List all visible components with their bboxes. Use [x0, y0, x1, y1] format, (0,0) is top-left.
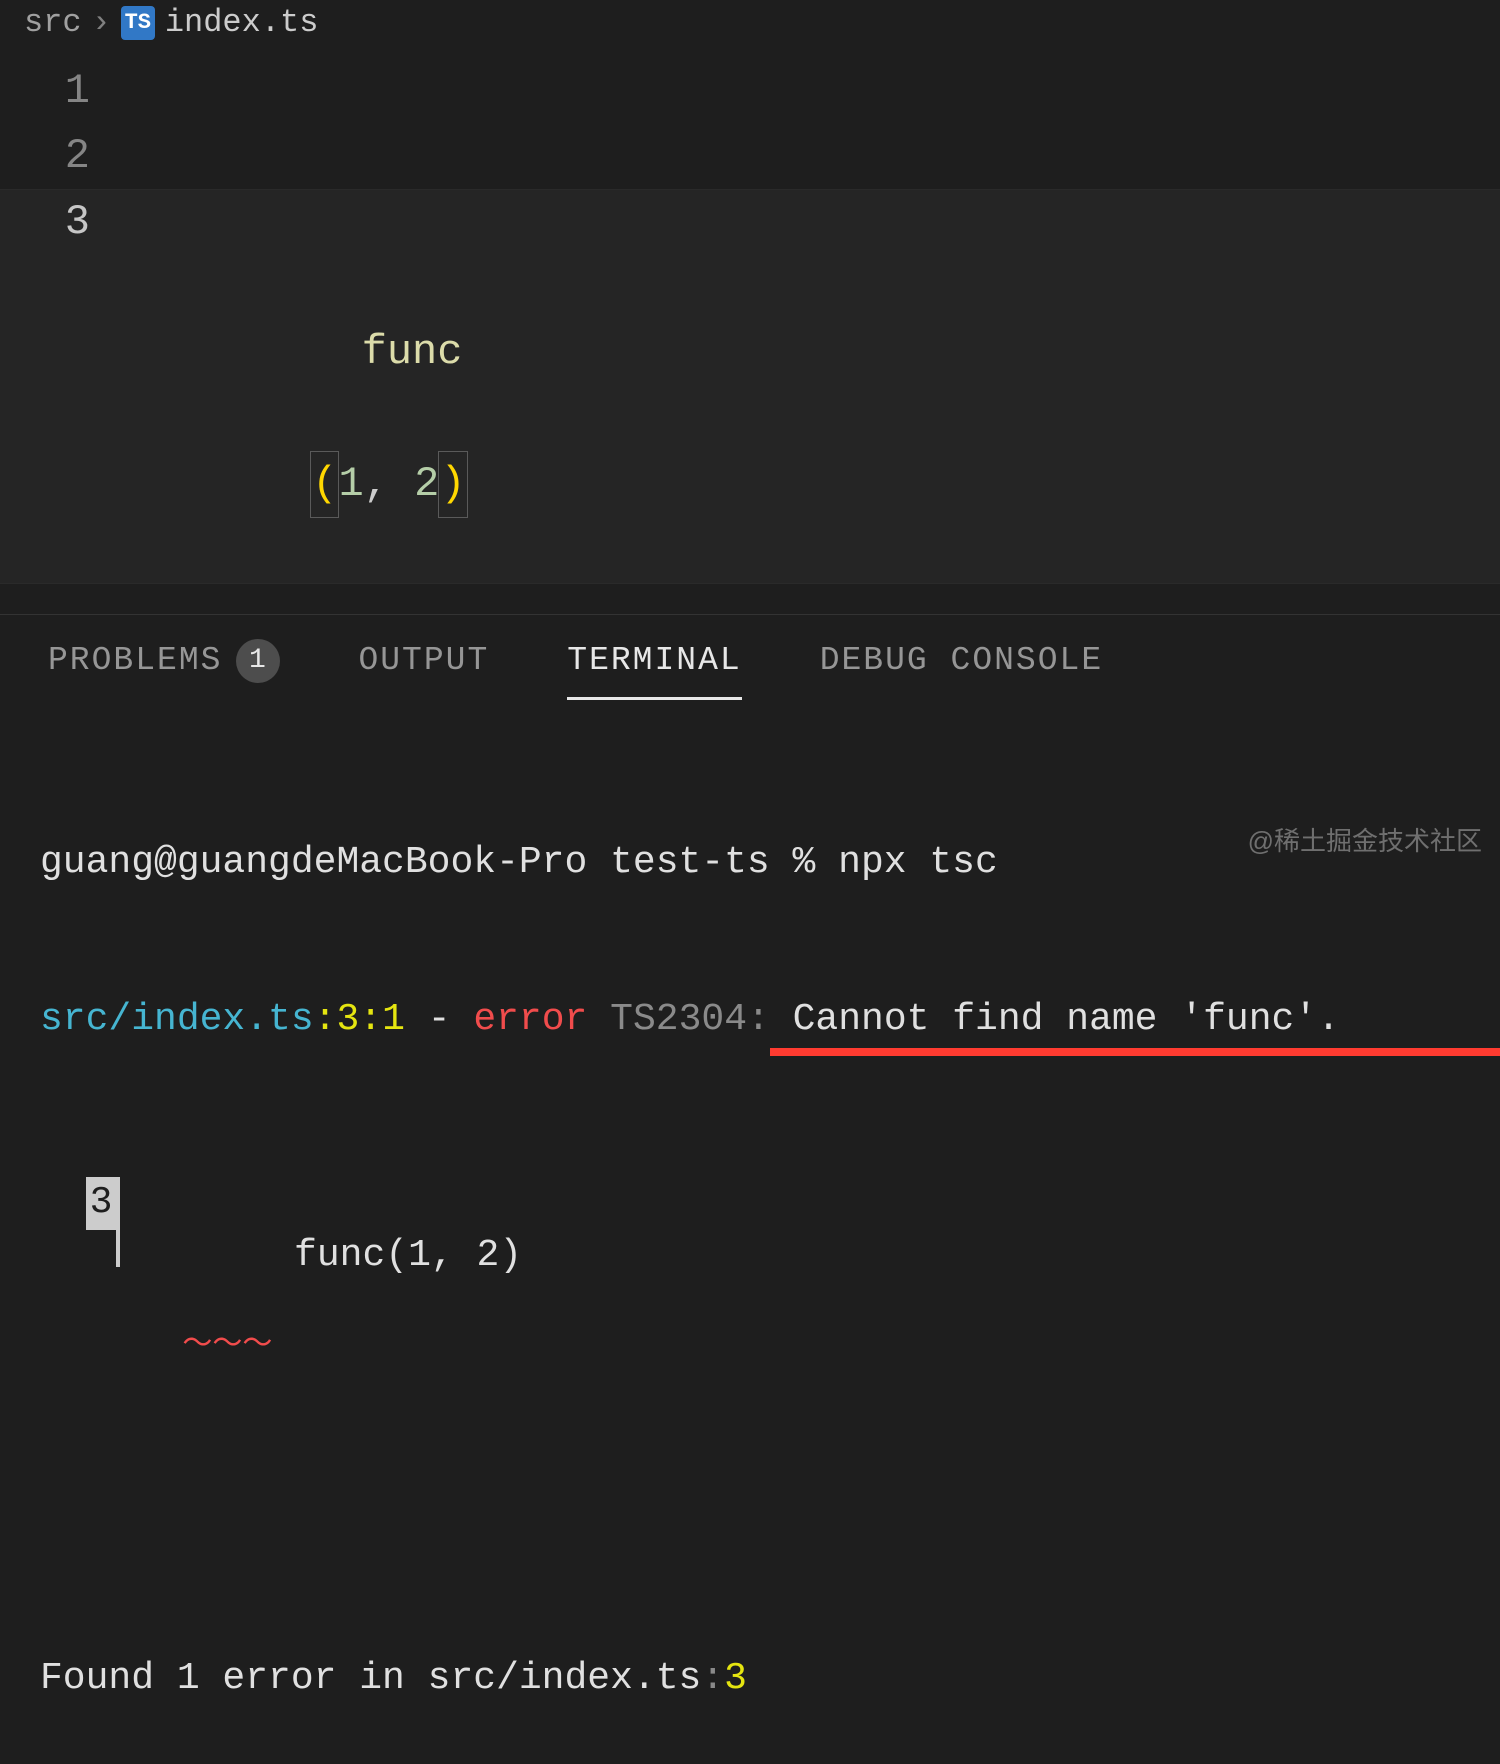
number-literal: 1	[338, 460, 363, 508]
error-sep: :	[314, 998, 337, 1041]
terminal-context-line: 3 func(1, 2) ～～～	[86, 1177, 522, 1458]
number-literal: 2	[414, 460, 439, 508]
tab-terminal[interactable]: TERMINAL	[567, 642, 741, 700]
error-sep: :	[359, 998, 382, 1041]
error-path: src/index.ts	[40, 998, 314, 1041]
error-line-no: 3	[336, 998, 359, 1041]
problems-count-badge: 1	[236, 639, 280, 683]
line-number: 3	[0, 190, 120, 255]
breadcrumb: src › TS index.ts	[0, 0, 1500, 49]
typescript-file-icon: TS	[121, 6, 155, 40]
context-line-number: 3	[86, 1177, 117, 1229]
line-number: 1	[0, 59, 120, 124]
context-gutter-bar	[116, 1177, 120, 1267]
space	[587, 998, 610, 1041]
terminal-command: npx tsc	[838, 841, 998, 884]
error-col-no: 1	[382, 998, 405, 1041]
tab-output[interactable]: OUTPUT	[358, 642, 489, 700]
breadcrumb-file[interactable]: index.ts	[165, 4, 319, 41]
tab-problems[interactable]: PROBLEMS 1	[48, 639, 280, 704]
error-code: TS2304:	[610, 998, 770, 1041]
tab-terminal-label: TERMINAL	[567, 642, 741, 679]
watermark: @稀土掘金技术社区	[1248, 821, 1482, 858]
tab-problems-label: PROBLEMS	[48, 642, 222, 679]
chevron-right-icon: ›	[92, 4, 111, 41]
code-line: 2	[0, 124, 1500, 189]
paren-close: )	[438, 451, 467, 518]
code-line: 1	[0, 59, 1500, 124]
comma: ,	[364, 460, 414, 508]
panel-tabs: PROBLEMS 1 OUTPUT TERMINAL DEBUG CONSOLE	[0, 615, 1500, 704]
line-content: func (1, 2)	[120, 190, 467, 583]
tab-debug-console-label: DEBUG CONSOLE	[820, 642, 1103, 679]
summary-text: Found 1 error in src/index.ts	[40, 1657, 701, 1700]
line-number: 2	[0, 124, 120, 189]
terminal-error-line: src/index.ts:3:1 - error TS2304: Cannot …	[40, 994, 1460, 1046]
error-dash: -	[405, 998, 473, 1041]
summary-line-no: 3	[724, 1657, 747, 1700]
tab-output-label: OUTPUT	[358, 642, 489, 679]
context-code-text: func(1, 2)	[271, 1234, 522, 1277]
terminal-prompt: guang@guangdeMacBook-Pro test-ts %	[40, 841, 838, 884]
breadcrumb-folder[interactable]: src	[24, 4, 82, 41]
context-code: func(1, 2) ～～～	[134, 1177, 522, 1458]
summary-sep: :	[701, 1657, 724, 1700]
tab-debug-console[interactable]: DEBUG CONSOLE	[820, 642, 1103, 700]
code-line-active: 3 func (1, 2)	[0, 189, 1500, 584]
terminal-summary-line: Found 1 error in src/index.ts:3	[40, 1653, 1460, 1705]
terminal-output[interactable]: guang@guangdeMacBook-Pro test-ts % npx t…	[0, 704, 1500, 1764]
error-label: error	[473, 998, 587, 1041]
error-message: Cannot find name 'func'.	[770, 994, 1340, 1046]
error-squiggle-text: ～～～	[134, 1339, 522, 1354]
code-editor[interactable]: 1 2 3 func (1, 2)	[0, 49, 1500, 614]
paren-open: (	[310, 451, 339, 518]
